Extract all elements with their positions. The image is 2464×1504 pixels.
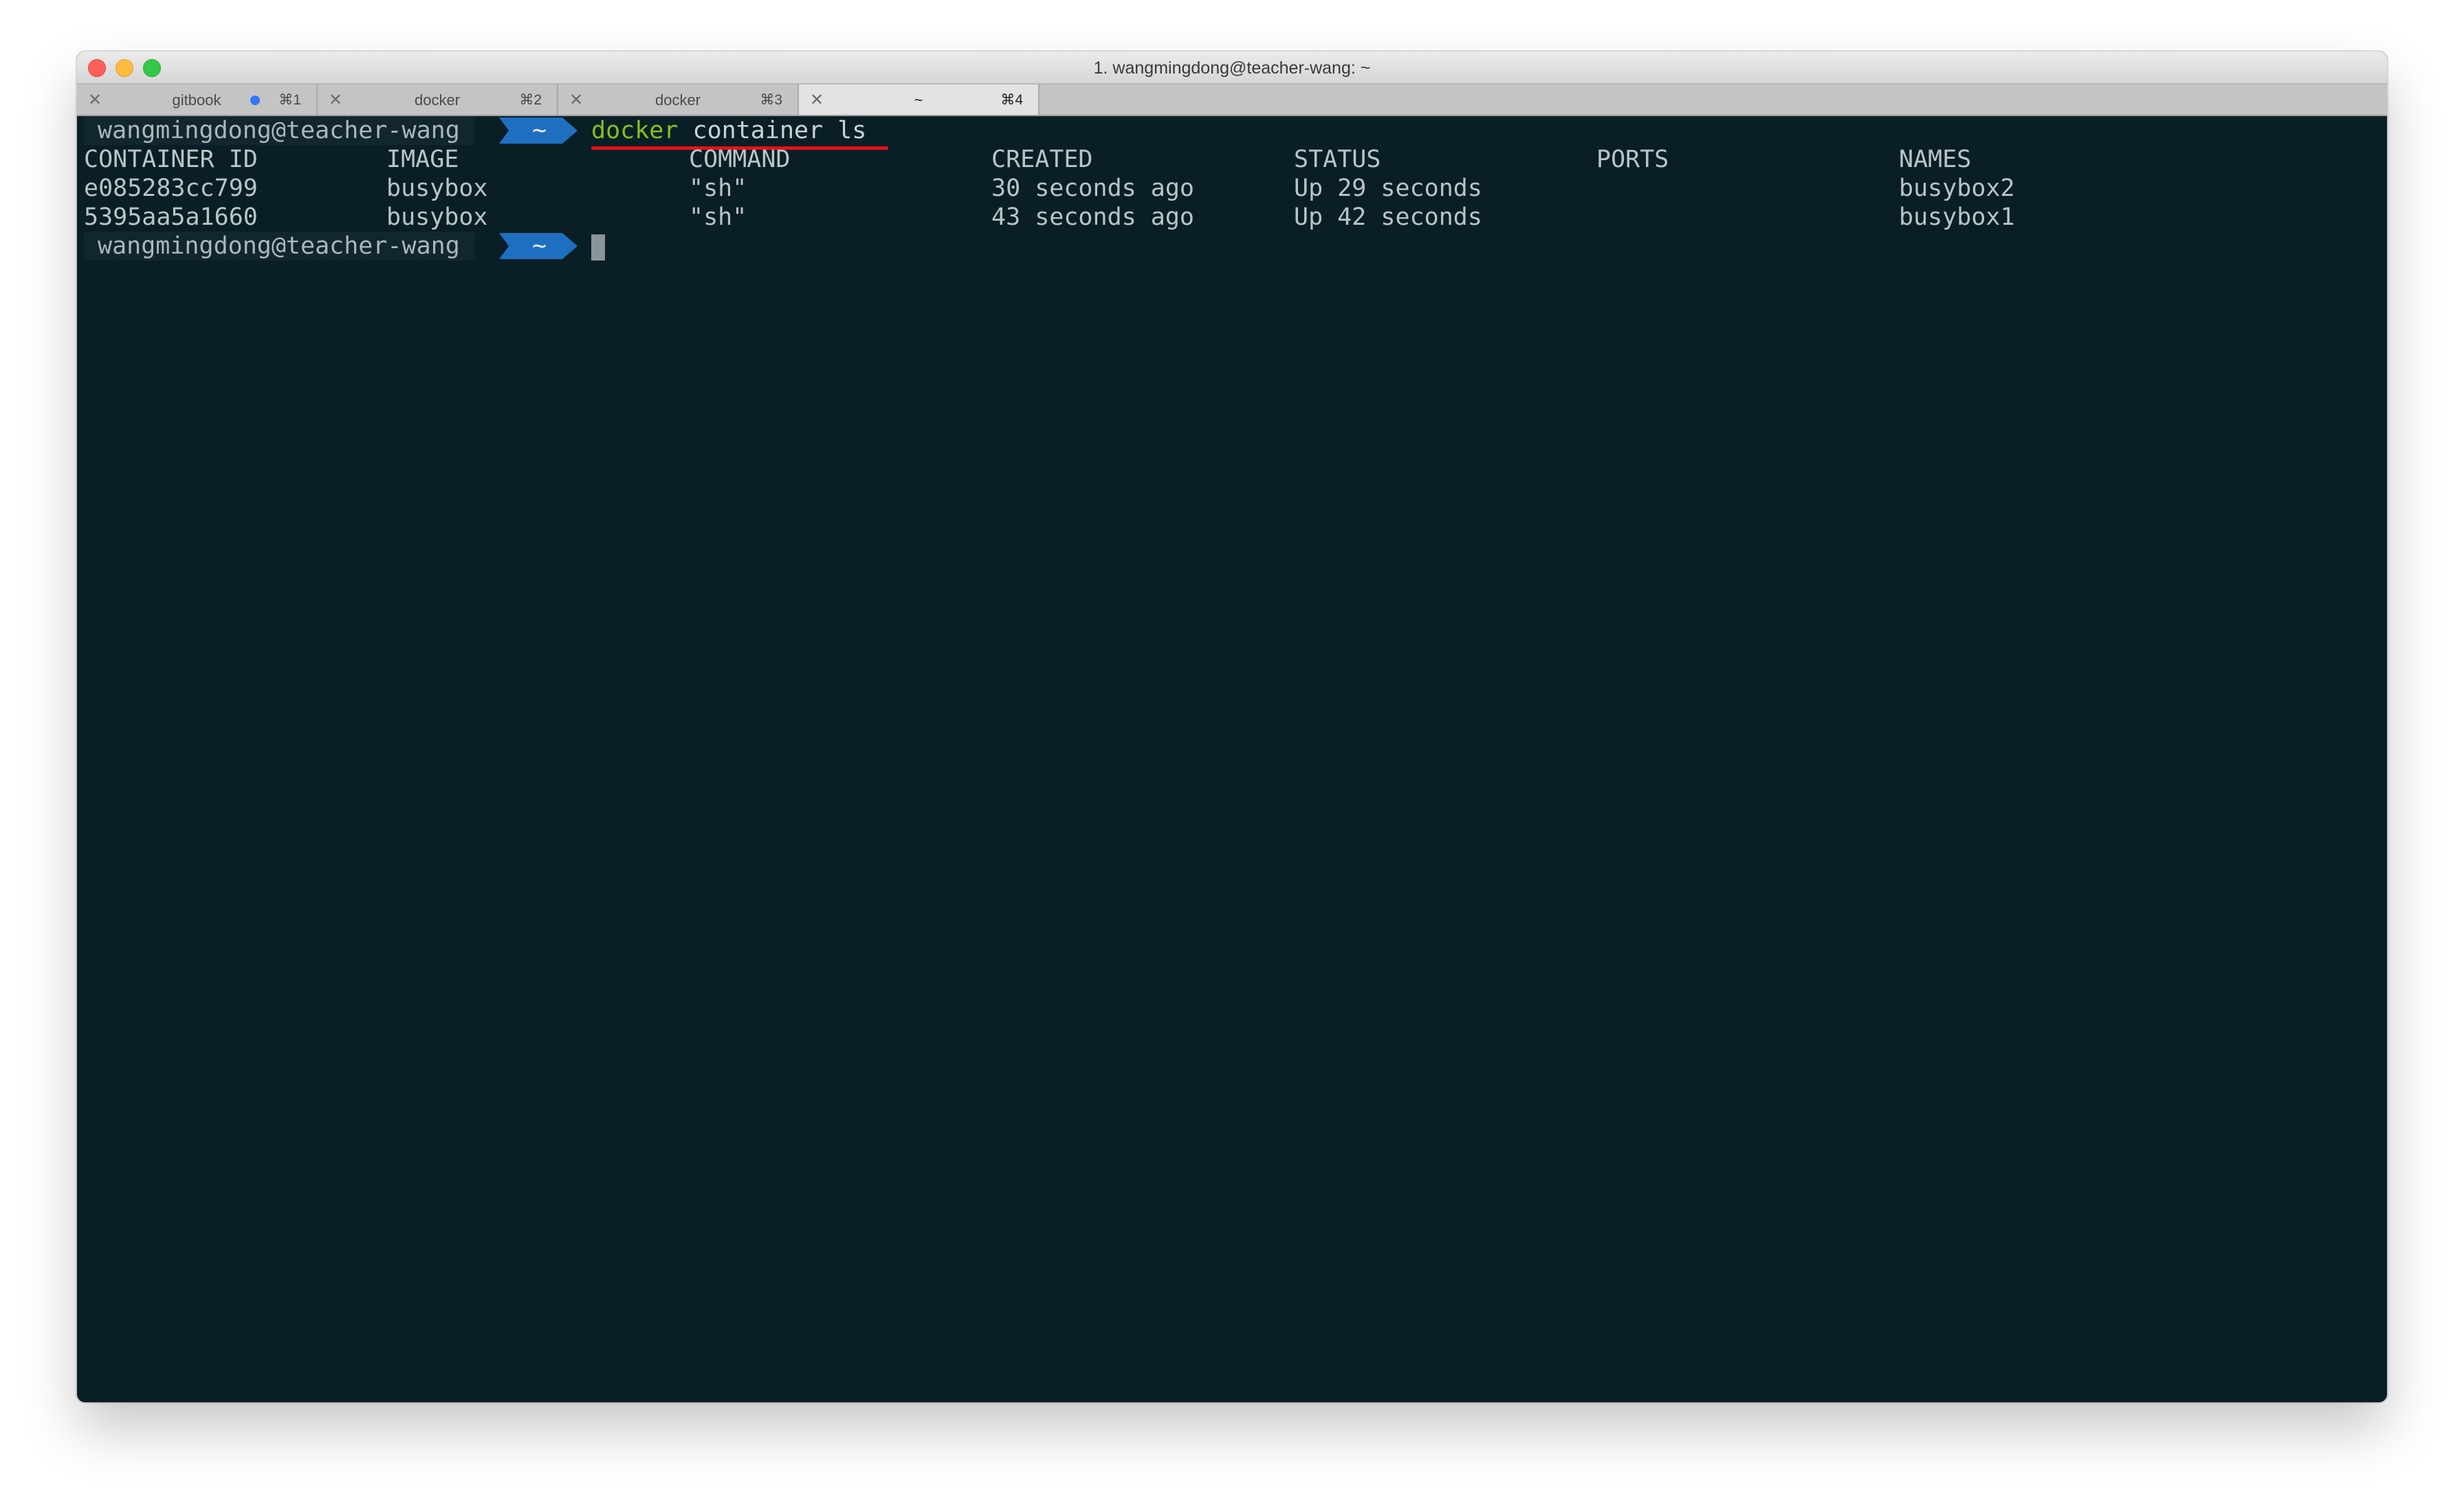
header-image: IMAGE bbox=[386, 146, 459, 173]
command-line: wangmingdong@teacher-wang ~ docker conta… bbox=[84, 116, 2353, 150]
tab-4[interactable]: ✕ ~ ⌘4 bbox=[799, 85, 1040, 115]
terminal-output[interactable]: wangmingdong@teacher-wang ~ docker conta… bbox=[77, 116, 2387, 1402]
header-names: NAMES bbox=[1899, 146, 1972, 173]
header-command: COMMAND bbox=[689, 146, 791, 173]
cell-container-id: 5395aa5a1660 bbox=[84, 203, 258, 231]
text-cursor[interactable] bbox=[591, 234, 605, 261]
tab-bar: ✕ gitbook ⌘1 ✕ docker ⌘2 ✕ docker ⌘3 ✕ ~… bbox=[77, 85, 2387, 116]
table-row: 5395aa5a1660 busybox "sh" 43 seconds ago… bbox=[84, 203, 2353, 232]
close-icon[interactable]: ✕ bbox=[88, 90, 102, 110]
window-title: 1. wangmingdong@teacher-wang: ~ bbox=[1093, 58, 1371, 78]
tab-shortcut: ⌘2 bbox=[519, 92, 542, 108]
prompt-line: wangmingdong@teacher-wang ~ bbox=[84, 232, 2353, 261]
tab-2[interactable]: ✕ docker ⌘2 bbox=[318, 85, 558, 115]
tab-shortcut: ⌘4 bbox=[1000, 92, 1023, 108]
cell-names: busybox1 bbox=[1899, 203, 2015, 231]
close-icon[interactable]: ✕ bbox=[810, 90, 824, 110]
cell-created: 43 seconds ago bbox=[991, 203, 1195, 231]
cell-image: busybox bbox=[386, 175, 488, 202]
cell-status: Up 42 seconds bbox=[1294, 203, 1482, 231]
header-status: STATUS bbox=[1294, 146, 1381, 173]
command-args: container ls bbox=[678, 117, 867, 144]
terminal-window: 1. wangmingdong@teacher-wang: ~ ✕ gitboo… bbox=[77, 52, 2387, 1402]
table-row: e085283cc799 busybox "sh" 30 seconds ago… bbox=[84, 174, 2353, 203]
cell-created: 30 seconds ago bbox=[991, 175, 1195, 202]
tab-label: gitbook bbox=[172, 91, 221, 109]
tab-label: docker bbox=[414, 91, 461, 109]
tab-1[interactable]: ✕ gitbook ⌘1 bbox=[77, 85, 318, 115]
cell-status: Up 29 seconds bbox=[1294, 175, 1482, 202]
tab-label: ~ bbox=[914, 91, 923, 109]
tab-3[interactable]: ✕ docker ⌘3 bbox=[558, 85, 799, 115]
close-icon[interactable]: ✕ bbox=[329, 90, 342, 110]
tab-shortcut: ⌘1 bbox=[278, 92, 301, 108]
title-bar[interactable]: 1. wangmingdong@teacher-wang: ~ bbox=[77, 52, 2387, 85]
cell-names: busybox2 bbox=[1899, 175, 2015, 202]
typed-command: docker container ls bbox=[591, 116, 866, 145]
command-keyword: docker bbox=[591, 117, 679, 144]
cell-command: "sh" bbox=[689, 203, 747, 231]
cell-image: busybox bbox=[386, 203, 488, 231]
cell-container-id: e085283cc799 bbox=[84, 175, 258, 202]
cell-command: "sh" bbox=[689, 175, 747, 202]
tab-label: docker bbox=[654, 91, 701, 109]
table-header: CONTAINER ID IMAGE COMMAND CREATED STATU… bbox=[84, 145, 2353, 174]
header-ports: PORTS bbox=[1596, 146, 1669, 173]
close-icon[interactable]: ✕ bbox=[569, 90, 583, 110]
prompt-user: wangmingdong@teacher-wang bbox=[84, 232, 475, 261]
header-created: CREATED bbox=[991, 146, 1093, 173]
header-container-id: CONTAINER ID bbox=[84, 146, 258, 173]
tab-shortcut: ⌘3 bbox=[760, 92, 782, 108]
prompt-dir: ~ bbox=[532, 232, 547, 260]
prompt-dir: ~ bbox=[532, 117, 547, 144]
activity-dot-icon bbox=[250, 96, 260, 105]
prompt-user: wangmingdong@teacher-wang bbox=[84, 116, 475, 145]
